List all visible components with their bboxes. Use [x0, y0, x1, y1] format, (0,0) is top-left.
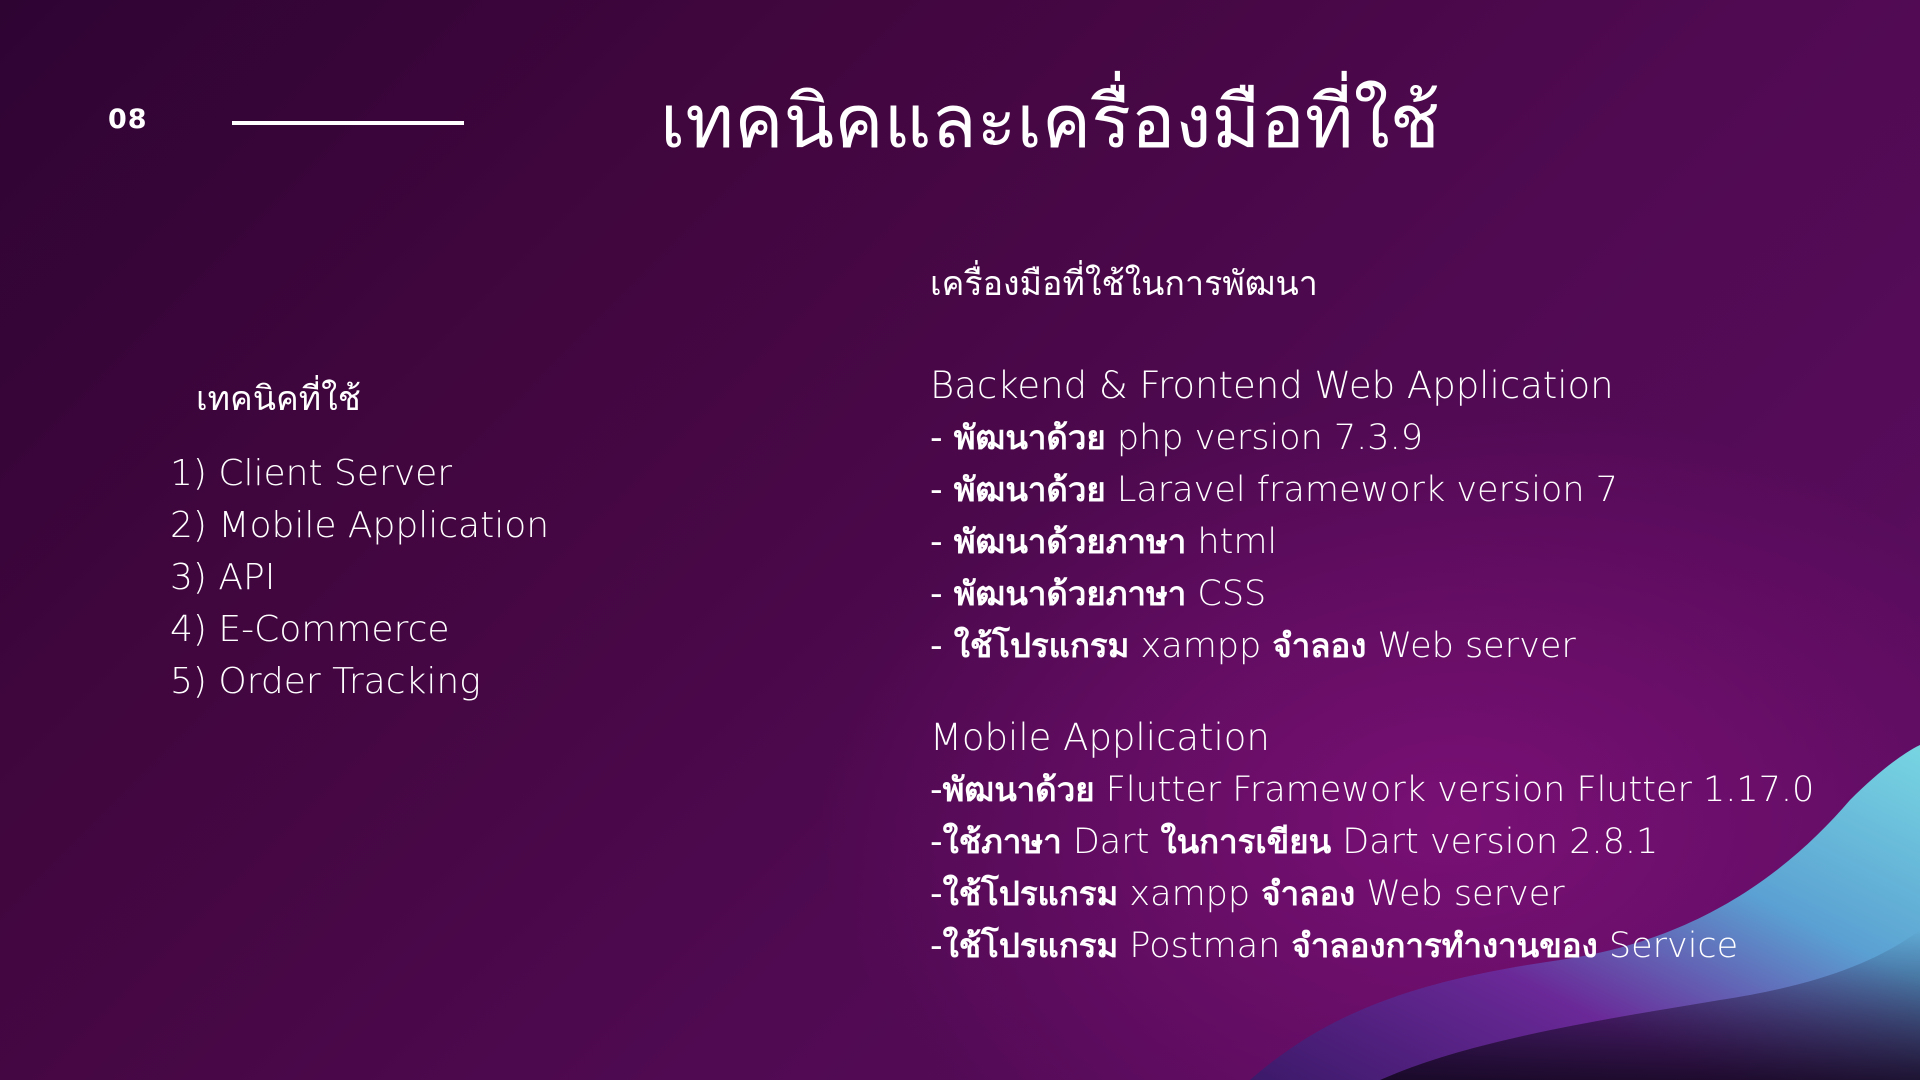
slide-title: เทคนิคและเครื่องมือที่ใช้ [660, 79, 1440, 165]
list-item: -ใช้ภาษา Dart ในการเขียน Dart version 2.… [930, 822, 1659, 862]
list-item: 3) API [170, 557, 276, 598]
list-item: - พัฒนาด้วยภาษา CSS [930, 574, 1267, 614]
list-item: - พัฒนาด้วยภาษา html [930, 522, 1278, 562]
slide-number: 08 [108, 104, 148, 135]
list-item: - พัฒนาด้วย Laravel framework version 7 [930, 470, 1618, 510]
list-item: -ใช้โปรแกรม Postman จำลองการทำงานของ Ser… [930, 926, 1739, 966]
list-item: -ใช้โปรแกรม xampp จำลอง Web server [930, 874, 1565, 914]
tools-heading: เครื่องมือที่ใช้ในการพัฒนา [930, 264, 1318, 304]
web-section-title: Backend & Frontend Web Application [930, 364, 1614, 407]
list-item: - พัฒนาด้วย php version 7.3.9 [930, 418, 1423, 458]
list-item: 4) E-Commerce [170, 609, 450, 650]
list-item: 2) Mobile Application [170, 505, 550, 546]
title-divider [232, 121, 464, 125]
list-item: - ใช้โปรแกรม xampp จำลอง Web server [930, 626, 1576, 666]
tools-column: เครื่องมือที่ใช้ในการพัฒนา Backend & Fro… [930, 258, 1890, 972]
list-item: 1) Client Server [170, 453, 453, 494]
list-item: 5) Order Tracking [170, 661, 481, 702]
mobile-section-title: Mobile Application [930, 716, 1270, 759]
techniques-heading: เทคนิคที่ใช้ [196, 379, 361, 419]
list-item: -พัฒนาด้วย Flutter Framework version Flu… [930, 770, 1815, 810]
techniques-list: 1) Client Server 2) Mobile Application 3… [170, 448, 549, 708]
